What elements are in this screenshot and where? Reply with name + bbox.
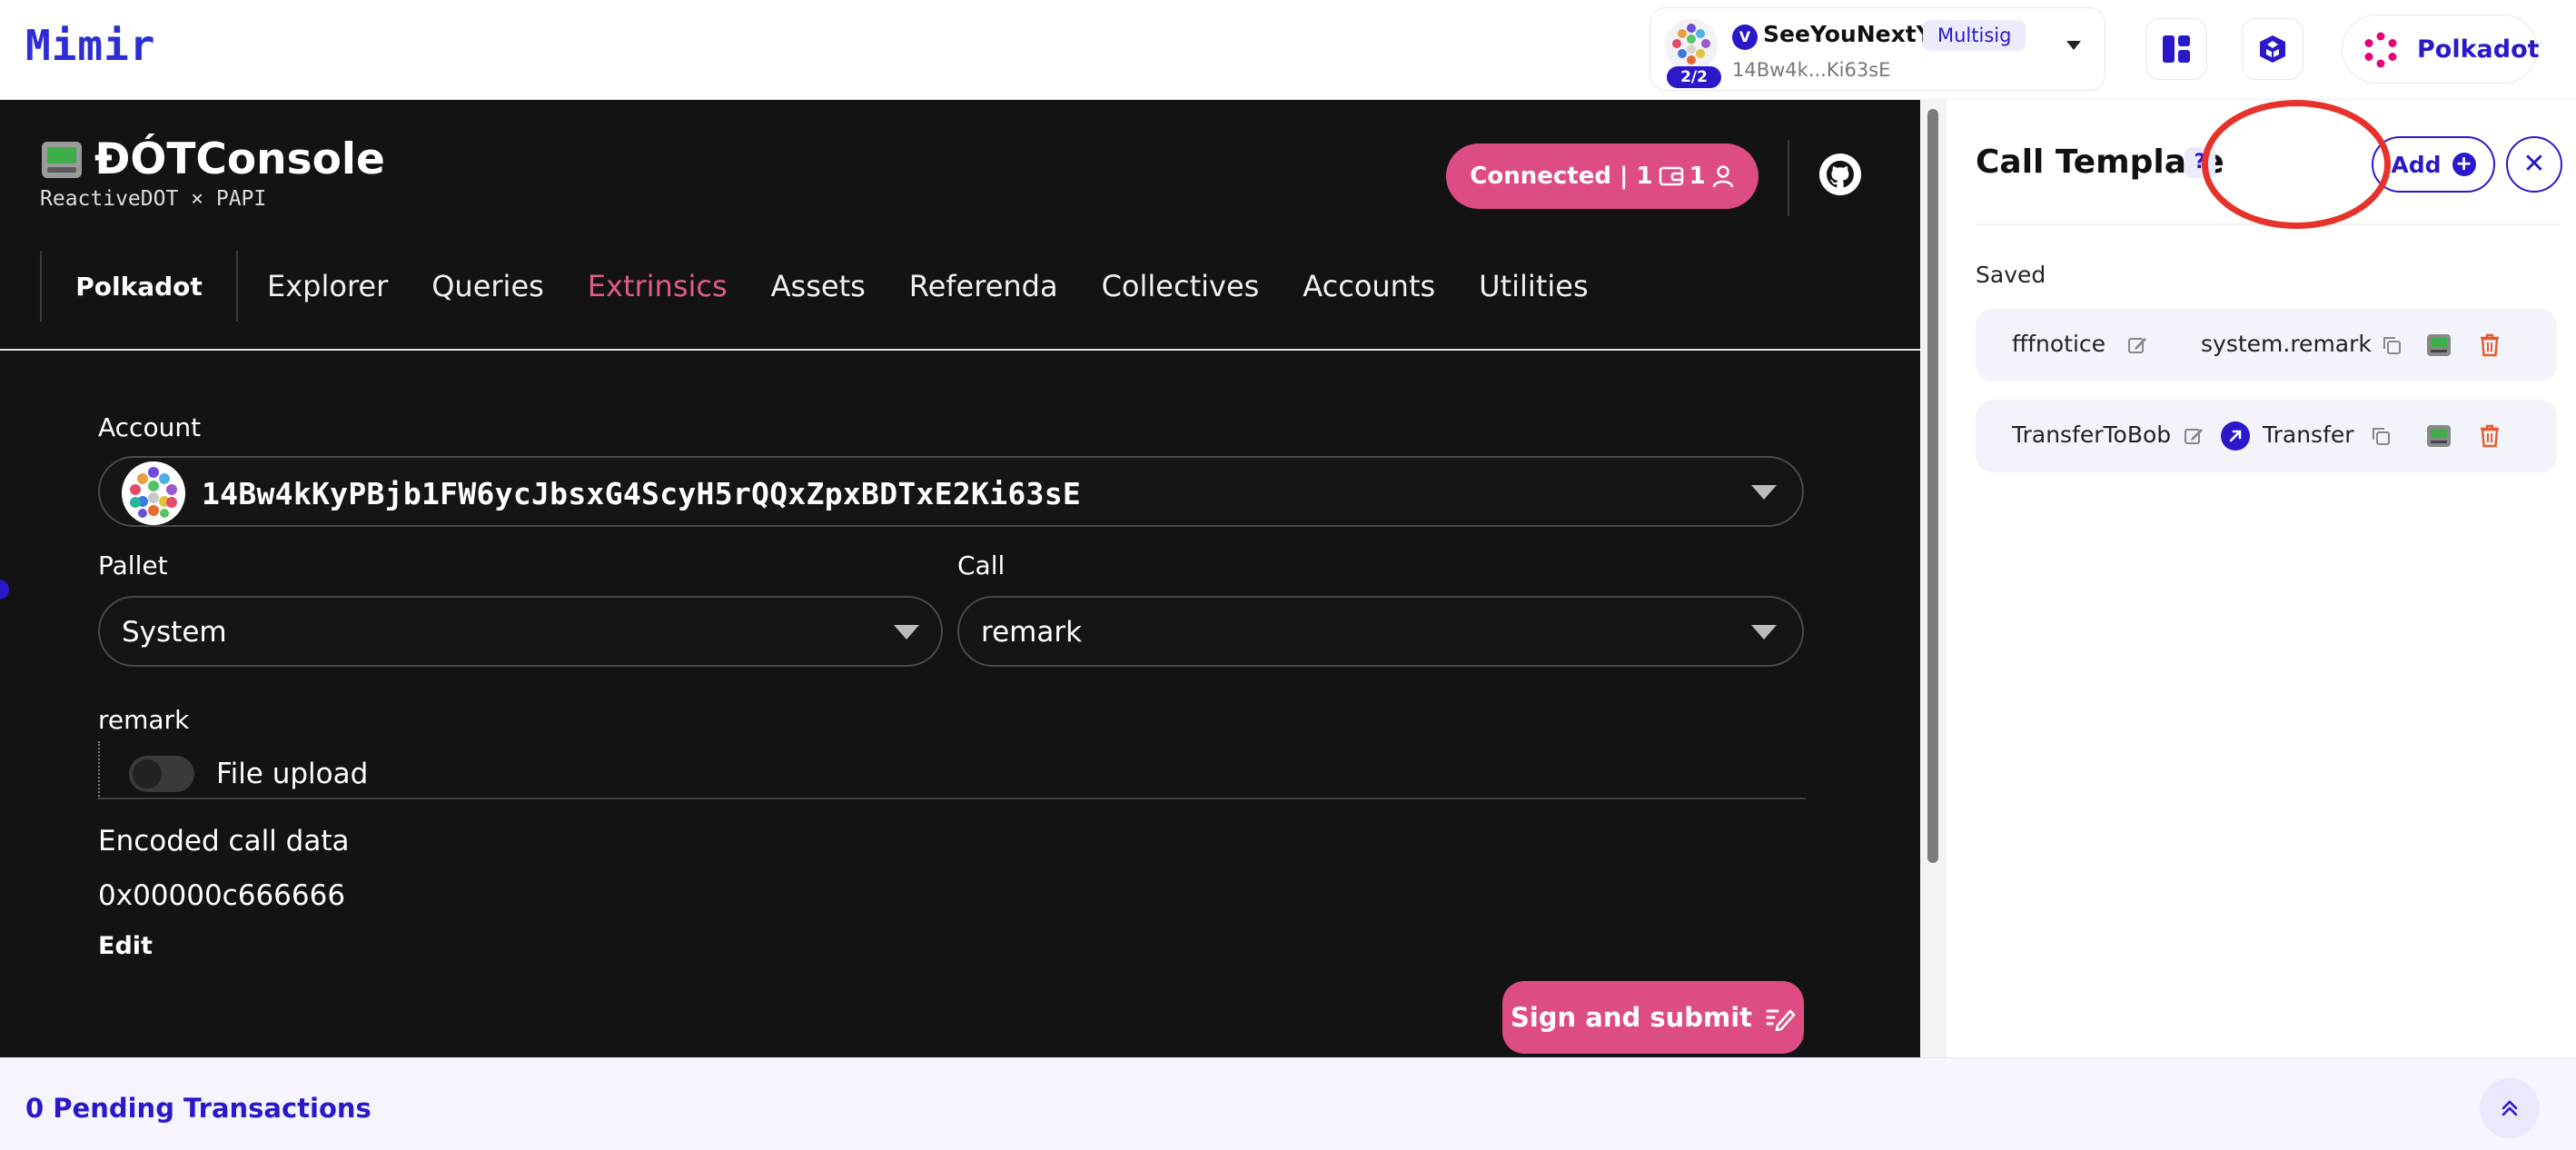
panel-divider (1976, 223, 2561, 225)
polkadot-icon (2364, 32, 2397, 68)
account-identicon (122, 461, 185, 525)
expand-button[interactable] (2480, 1078, 2540, 1138)
pending-transactions-bar[interactable]: 0 Pending Transactions (0, 1057, 2576, 1150)
call-value: remark (981, 616, 1083, 649)
copy-icon[interactable] (2379, 332, 2404, 358)
brand-name: Mimir (25, 21, 156, 70)
tab-utilities[interactable]: Utilities (1479, 269, 1588, 303)
help-icon[interactable]: ? (2185, 147, 2215, 178)
app-store-icon (2260, 35, 2285, 63)
copy-icon[interactable] (2368, 423, 2393, 449)
edit-icon[interactable] (2181, 423, 2206, 449)
github-icon[interactable] (1818, 153, 1862, 196)
template-call: system.remark (2201, 331, 2372, 357)
network-label: Polkadot (2417, 35, 2540, 64)
scrollbar[interactable] (1920, 100, 1946, 1057)
template-call: Transfer (2263, 421, 2354, 448)
call-select[interactable]: remark (957, 596, 1804, 667)
console-icon[interactable] (2426, 332, 2452, 358)
connected-text: Connected | 1 (1470, 163, 1653, 190)
encoded-call-label: Encoded call data (98, 825, 350, 858)
template-name: TransferToBob (2012, 421, 2172, 448)
sign-and-submit-label: Sign and submit (1510, 1002, 1753, 1033)
template-row[interactable]: TransferToBob Transfer (1976, 400, 2557, 472)
wallet-icon (1659, 166, 1683, 186)
account-select[interactable]: 14Bw4kKyPBjb1FW6ycJbsxG4ScyH5rQQxZpxBDTx… (98, 456, 1804, 527)
account-address: 14Bw4kKyPBjb1FW6ycJbsxG4ScyH5rQQxZpxBDTx… (202, 476, 1082, 511)
chain-selector[interactable]: Polkadot (40, 251, 238, 322)
mimir-logo[interactable]: Mimir (25, 21, 156, 70)
file-upload-label: File upload (216, 758, 369, 790)
file-upload-toggle[interactable] (129, 756, 194, 792)
remark-label: remark (98, 705, 190, 735)
pending-transactions-label: 0 Pending Transactions (25, 1093, 372, 1124)
dapp-frame: ĐÓTConsole ReactiveDOT × PAPI Connected … (0, 100, 1920, 1057)
threshold-badge: 2/2 (1667, 66, 1721, 88)
account-label: Account (98, 412, 202, 442)
account-avatar (1665, 19, 1718, 72)
saved-label: Saved (1976, 262, 2046, 288)
dapp-subtitle: ReactiveDOT × PAPI (40, 187, 267, 211)
edit-call-link[interactable]: Edit (98, 932, 153, 960)
dapp-nav: Polkadot Explorer Queries Extrinsics Ass… (40, 251, 1589, 322)
call-template-panel: Call Template ? Add + ✕ Saved fffnotice … (1946, 100, 2576, 1057)
console-icon (42, 141, 82, 178)
toggle-knob (133, 759, 162, 788)
user-icon (1712, 165, 1733, 188)
connected-button[interactable]: Connected | 1 1 (1446, 144, 1759, 209)
tab-accounts[interactable]: Accounts (1303, 269, 1435, 303)
trash-icon[interactable] (2477, 332, 2502, 358)
call-label: Call (957, 550, 1006, 580)
drawer-handle[interactable] (0, 580, 9, 600)
caret-down-icon (1751, 485, 1777, 500)
dapp-title-text: ĐÓTConsole (94, 134, 385, 184)
remark-param: File upload (98, 741, 1806, 799)
sign-and-submit-button[interactable]: Sign and submit (1502, 981, 1804, 1054)
arrow-up-right-icon (2221, 421, 2250, 451)
tab-queries[interactable]: Queries (431, 269, 544, 303)
caret-down-icon (2066, 41, 2081, 50)
caret-down-icon (894, 625, 919, 639)
verified-icon: V (1732, 25, 1758, 50)
pallet-select[interactable]: System (98, 596, 943, 667)
multisig-badge: Multisig (1923, 20, 2026, 51)
chevron-double-up-icon (2502, 1100, 2518, 1116)
pen-icon (1766, 1009, 1796, 1031)
account-selector[interactable]: 2/2 V SeeYouNextYe Multisig 14Bw4k...Ki6… (1650, 7, 2105, 91)
trash-icon[interactable] (2477, 423, 2502, 449)
pallet-label: Pallet (98, 550, 168, 580)
account-name: SeeYouNextYe (1763, 21, 1947, 47)
dapp-title: ĐÓTConsole (40, 134, 385, 184)
encoded-call-value: 0x00000c666666 (98, 879, 346, 912)
nav-divider (0, 349, 1920, 351)
tab-assets[interactable]: Assets (771, 269, 866, 303)
add-template-button[interactable]: Add + (2372, 136, 2495, 193)
connected-count: 1 (1689, 163, 1706, 190)
edit-icon[interactable] (2125, 332, 2150, 358)
app-store-button[interactable] (2242, 18, 2304, 80)
pallet-value: System (122, 616, 227, 649)
network-selector[interactable]: Polkadot (2342, 15, 2540, 84)
close-panel-button[interactable]: ✕ (2506, 136, 2562, 193)
tab-explorer[interactable]: Explorer (267, 269, 388, 303)
tab-referenda[interactable]: Referenda (909, 269, 1058, 303)
top-bar: Mimir 2/2 V SeeYouNextYe Multisig 14Bw4k… (0, 0, 2576, 100)
template-name: fffnotice (2012, 331, 2106, 357)
console-icon[interactable] (2426, 423, 2452, 449)
dashboard-button[interactable] (2145, 18, 2207, 80)
caret-down-icon (1751, 625, 1777, 639)
template-row[interactable]: fffnotice system.remark (1976, 309, 2557, 382)
account-short-address: 14Bw4k...Ki63sE (1732, 59, 1891, 81)
tab-extrinsics[interactable]: Extrinsics (588, 269, 728, 303)
tab-collectives[interactable]: Collectives (1102, 269, 1260, 303)
add-label: Add (2391, 151, 2442, 178)
plus-icon: + (2452, 153, 2476, 176)
header-divider (1788, 140, 1789, 216)
scrollbar-thumb[interactable] (1927, 109, 1938, 863)
dashboard-icon (2163, 35, 2190, 63)
